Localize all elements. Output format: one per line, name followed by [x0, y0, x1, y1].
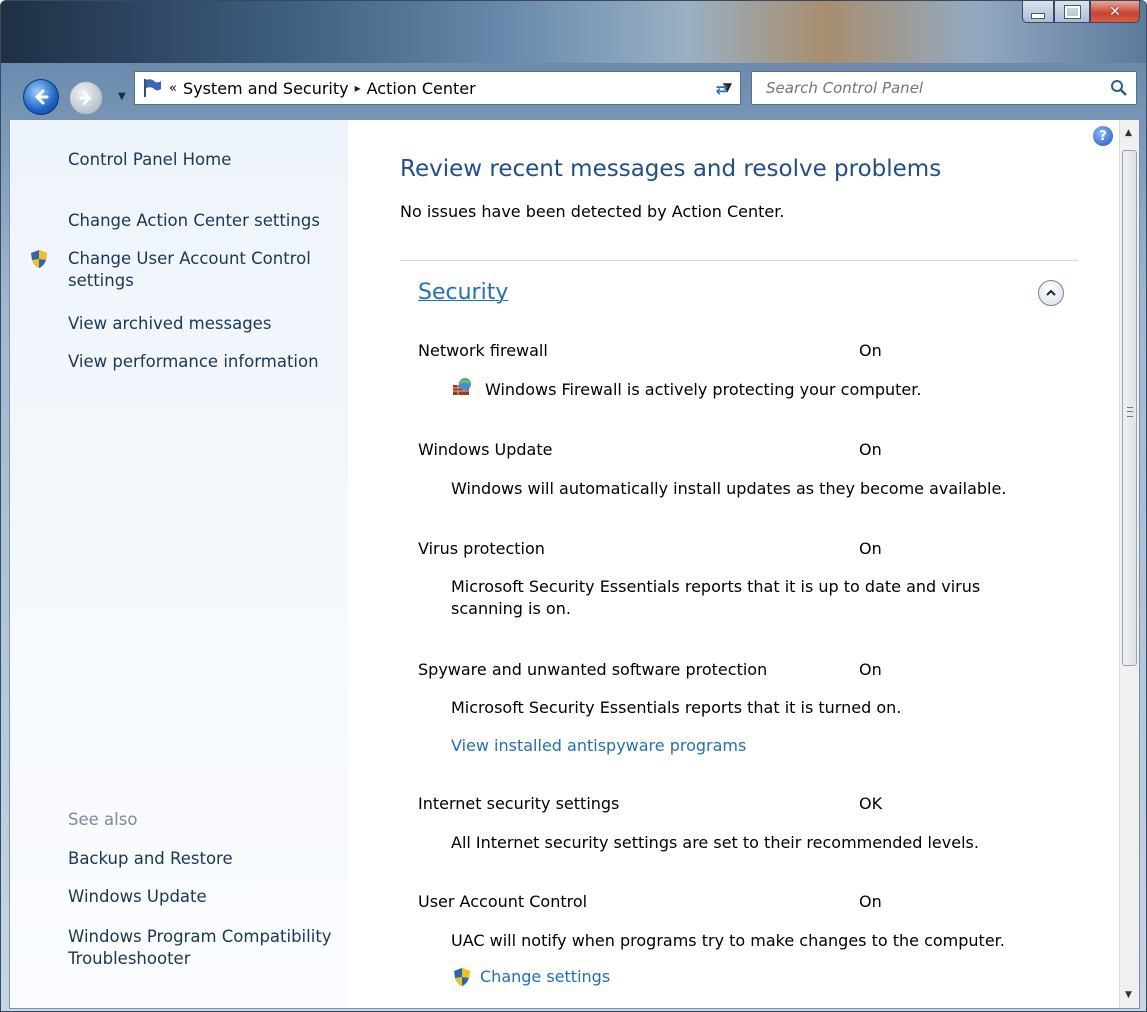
maximize-icon	[1063, 4, 1081, 19]
chevron-up-icon	[1046, 289, 1056, 296]
spyware-protection-status: On	[859, 660, 882, 679]
control-panel-home-link[interactable]: Control Panel Home	[68, 149, 231, 171]
scroll-up-icon[interactable]: ▲	[1125, 128, 1132, 138]
refresh-icon[interactable]: ⇄	[705, 79, 739, 99]
security-section-header[interactable]: Security	[418, 280, 508, 305]
network-firewall-description: Windows Firewall is actively protecting …	[485, 380, 922, 399]
breadcrumb-action-center[interactable]: Action Center	[367, 79, 476, 98]
search-icon[interactable]	[1110, 79, 1128, 97]
recent-pages-dropdown[interactable]: ▼	[118, 91, 126, 102]
view-archived-messages-link[interactable]: View archived messages	[68, 313, 271, 335]
compatibility-troubleshooter-link[interactable]: Windows Program Compatibility Troublesho…	[68, 926, 338, 970]
caption-buttons: ✕	[1022, 1, 1140, 27]
change-action-center-settings-link[interactable]: Change Action Center settings	[68, 210, 320, 232]
status-summary: No issues have been detected by Action C…	[400, 202, 785, 221]
maximize-button[interactable]	[1054, 1, 1090, 23]
backup-and-restore-link[interactable]: Backup and Restore	[68, 848, 233, 870]
internet-security-label: Internet security settings	[418, 794, 620, 813]
network-firewall-status: On	[859, 341, 882, 360]
main-pane: Review recent messages and resolve probl…	[348, 120, 1119, 1008]
section-divider	[400, 260, 1078, 261]
flag-icon	[141, 77, 163, 99]
windows-update-status: On	[859, 440, 882, 459]
view-antispyware-programs-link[interactable]: View installed antispyware programs	[451, 736, 746, 755]
windows-update-label: Windows Update	[418, 440, 553, 459]
internet-security-description: All Internet security settings are set t…	[451, 833, 979, 852]
vertical-scrollbar[interactable]: ▲ ▼	[1119, 120, 1139, 1008]
title-bar[interactable]: ✕	[1, 1, 1146, 63]
uac-description: UAC will notify when programs try to mak…	[451, 931, 1005, 950]
view-performance-information-link[interactable]: View performance information	[68, 351, 319, 373]
uac-label: User Account Control	[418, 892, 588, 911]
uac-shield-icon	[453, 967, 471, 987]
close-button[interactable]: ✕	[1090, 1, 1140, 23]
virus-protection-status: On	[859, 539, 882, 558]
minimize-icon	[1031, 12, 1045, 19]
scrollbar-thumb[interactable]	[1122, 150, 1137, 666]
left-nav-pane: Control Panel Home Change Action Center …	[10, 120, 348, 1008]
content-area: Control Panel Home Change Action Center …	[9, 119, 1140, 1009]
action-center-window: ✕ ▼ « System and Security ▸ Action Cente…	[0, 0, 1147, 1012]
breadcrumb-system-and-security[interactable]: System and Security	[183, 79, 349, 98]
virus-protection-description: Microsoft Security Essentials reports th…	[451, 577, 981, 618]
breadcrumb-separator[interactable]: ▸	[355, 81, 361, 95]
page-title: Review recent messages and resolve probl…	[400, 156, 942, 182]
firewall-icon	[451, 377, 473, 397]
close-icon: ✕	[1109, 3, 1121, 20]
search-input[interactable]	[764, 78, 1088, 98]
collapse-section-button[interactable]	[1038, 280, 1064, 306]
network-firewall-label: Network firewall	[418, 341, 548, 360]
scroll-grip-icon	[1127, 407, 1133, 417]
internet-security-status: OK	[859, 794, 883, 813]
spyware-protection-description: Microsoft Security Essentials reports th…	[451, 698, 902, 717]
back-button[interactable]	[23, 79, 59, 115]
arrow-left-icon	[34, 89, 49, 105]
see-also-heading: See also	[68, 810, 138, 829]
help-icon[interactable]: ?	[1093, 126, 1113, 146]
spyware-protection-label: Spyware and unwanted software protection	[418, 660, 768, 679]
change-uac-settings-link[interactable]: Change User Account Control settings	[68, 248, 328, 292]
uac-shield-icon	[30, 249, 48, 269]
search-box	[751, 71, 1137, 105]
address-bar[interactable]: « System and Security ▸ Action Center ▼	[134, 71, 741, 105]
virus-protection-label: Virus protection	[418, 539, 545, 558]
windows-update-link[interactable]: Windows Update	[68, 886, 207, 908]
scroll-down-icon[interactable]: ▼	[1125, 990, 1132, 1000]
change-uac-settings-button[interactable]: Change settings	[480, 967, 610, 986]
breadcrumb-overflow[interactable]: «	[169, 81, 177, 96]
windows-update-description: Windows will automatically install updat…	[451, 479, 1007, 498]
forward-button[interactable]	[69, 81, 103, 115]
breadcrumb: « System and Security ▸ Action Center	[169, 79, 476, 98]
uac-status: On	[859, 892, 882, 911]
minimize-button[interactable]	[1022, 1, 1054, 23]
arrow-right-icon	[79, 91, 92, 105]
